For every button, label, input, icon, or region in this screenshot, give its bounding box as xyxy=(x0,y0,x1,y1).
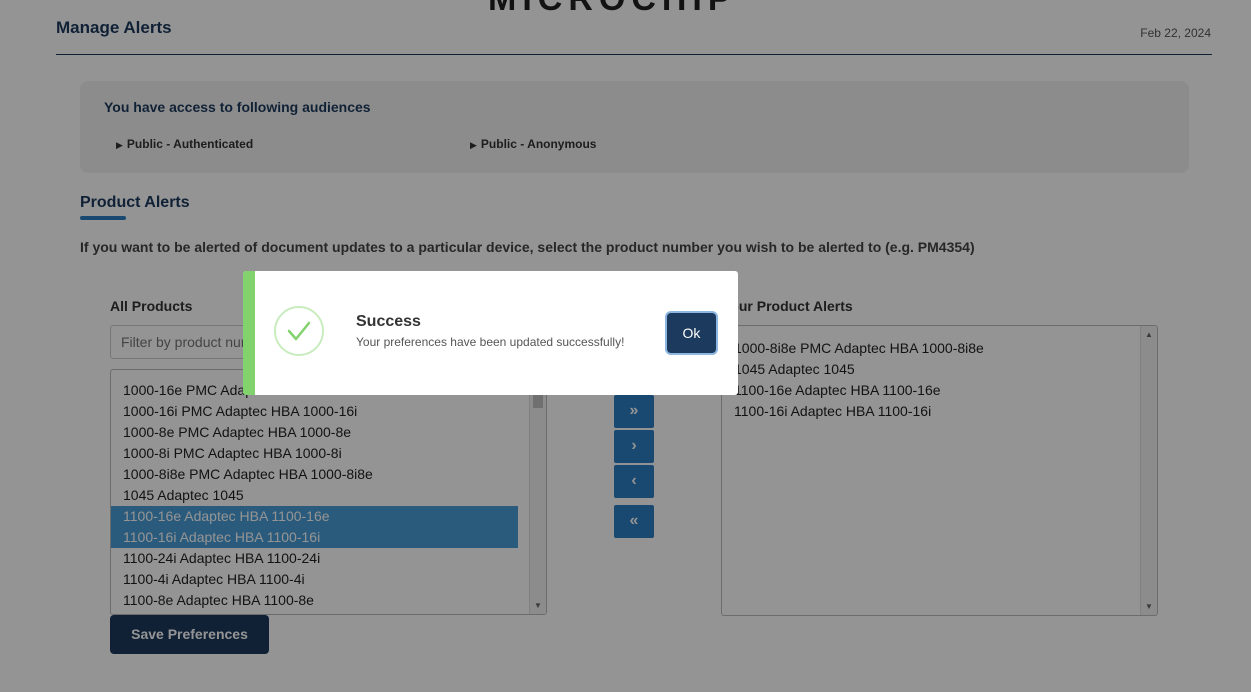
dialog-title: Success xyxy=(356,313,421,330)
success-accent-bar xyxy=(243,271,255,395)
dialog-message: Your preferences have been updated succe… xyxy=(356,335,625,349)
success-dialog: Success Your preferences have been updat… xyxy=(243,271,738,395)
check-circle-icon xyxy=(274,306,324,356)
ok-button[interactable]: Ok xyxy=(667,313,716,353)
